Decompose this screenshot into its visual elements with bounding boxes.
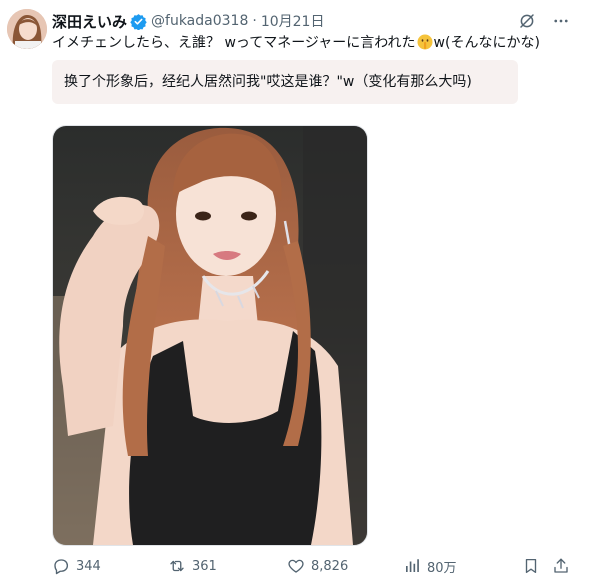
author-handle[interactable]: @fukada0318	[151, 13, 248, 29]
like-button[interactable]: 8,826	[287, 557, 348, 575]
heart-icon	[287, 557, 305, 575]
tweet-text-part-1: イメチェンしたら、え誰？ wってマネージャーに言われた	[52, 35, 416, 51]
action-bar: 344 361 8,826 80万	[52, 555, 580, 577]
tweet-header: 深田えいみ @fukada0318 · 10月21日	[52, 10, 580, 32]
tweet-photo[interactable]	[52, 125, 368, 546]
reply-button[interactable]: 344	[52, 557, 101, 575]
photo-illustration	[53, 126, 367, 545]
reply-count: 344	[76, 558, 101, 574]
tweet-text-part-2: w(そんなにかな)	[433, 35, 540, 51]
verified-badge-icon	[130, 13, 147, 30]
views-button[interactable]: 80万	[403, 557, 457, 576]
views-icon	[403, 557, 421, 575]
views-count: 80万	[427, 560, 457, 576]
shushing-face-emoji-icon	[417, 34, 433, 50]
retweet-button[interactable]: 361	[168, 557, 217, 575]
translation-box: 换了个形象后，经纪人居然问我"哎这是谁？"w（变化有那么大吗)	[52, 60, 518, 104]
grok-icon[interactable]	[518, 12, 536, 30]
share-button[interactable]	[552, 557, 570, 575]
tweet-date[interactable]: 10月21日	[261, 11, 325, 31]
retweet-count: 361	[192, 558, 217, 574]
tweet-text: イメチェンしたら、え誰？ wってマネージャーに言われた w(そんなにかな)	[52, 32, 580, 54]
retweet-icon	[168, 557, 186, 575]
bookmark-icon	[522, 557, 540, 575]
share-icon	[552, 557, 570, 575]
reply-icon	[52, 557, 70, 575]
author-name[interactable]: 深田えいみ	[52, 11, 127, 32]
more-options-icon[interactable]	[552, 12, 570, 30]
bookmark-button[interactable]	[522, 557, 540, 575]
like-count: 8,826	[311, 558, 349, 574]
avatar[interactable]	[7, 9, 47, 49]
translation-text: 换了个形象后，经纪人居然问我"哎这是谁？"w（变化有那么大吗)	[64, 74, 472, 90]
avatar-photo	[7, 9, 47, 49]
separator-dot: ·	[252, 13, 257, 29]
